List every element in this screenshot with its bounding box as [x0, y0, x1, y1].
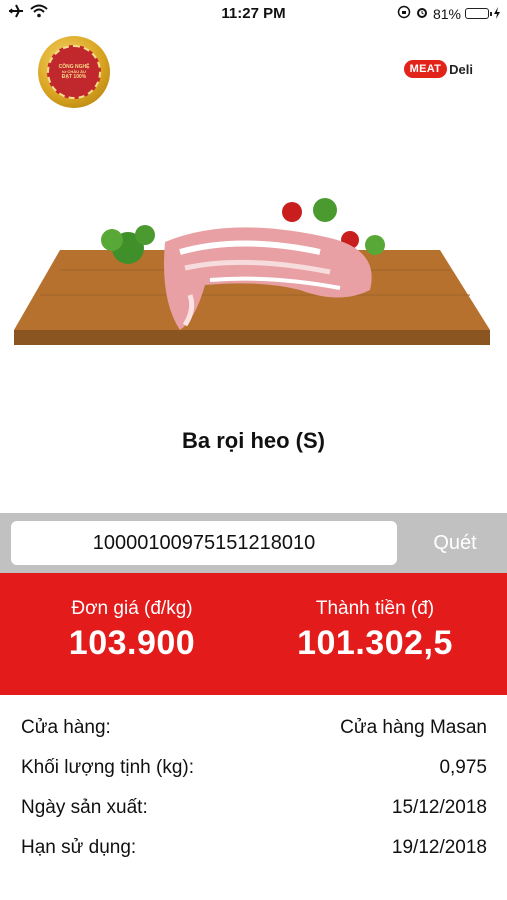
total-price-label: Thành tiền (đ) [315, 598, 435, 619]
detail-row-store: Cửa hàng: Cửa hàng Masan [0, 708, 507, 748]
detail-value: 0,975 [439, 757, 487, 778]
detail-row-production-date: Ngày sản xuất: 15/12/2018 [0, 788, 507, 828]
unit-price: Đơn giá (đ/kg) 103.900 [12, 598, 252, 663]
scan-button[interactable]: Quét [410, 521, 500, 565]
logo-meat: MEAT [403, 60, 448, 78]
total-price: Thành tiền (đ) 101.302,5 [255, 598, 495, 663]
detail-value: 15/12/2018 [391, 797, 487, 818]
product-details: Cửa hàng: Cửa hàng Masan Khối lượng tịnh… [0, 708, 507, 868]
detail-label: Hạn sử dụng: [21, 837, 137, 858]
meatdeli-logo: MEAT Deli [403, 60, 473, 78]
logo-deli: Deli [449, 61, 473, 77]
detail-row-expiry-date: Hạn sử dụng: 19/12/2018 [0, 828, 507, 868]
detail-label: Ngày sản xuất: [21, 797, 148, 818]
unit-price-label: Đơn giá (đ/kg) [71, 598, 193, 619]
detail-label: Khối lượng tịnh (kg): [21, 757, 195, 778]
detail-label: Cửa hàng: [21, 717, 111, 738]
badge-text-bottom: ĐẠT 100% [61, 74, 87, 81]
product-name: Ba rọi heo (S) [181, 428, 325, 453]
scan-bar: Quét [0, 513, 507, 573]
detail-row-net-weight: Khối lượng tịnh (kg): 0,975 [0, 748, 507, 788]
total-price-value: 101.302,5 [297, 624, 453, 662]
badge-inner: CÔNG NGHỆ từ CHÂU ÂU ĐẠT 100% [47, 45, 101, 99]
battery-icon [465, 8, 492, 19]
charging-icon [493, 6, 501, 22]
unit-price-value: 103.900 [68, 624, 196, 662]
barcode-input[interactable] [11, 521, 397, 565]
product-image [14, 198, 490, 345]
price-panel: Đơn giá (đ/kg) 103.900 Thành tiền (đ) 10… [0, 573, 507, 695]
status-right: 81% [397, 5, 501, 22]
detail-value: 19/12/2018 [391, 837, 487, 858]
detail-value: Cửa hàng Masan [340, 717, 487, 738]
quality-badge: CÔNG NGHỆ từ CHÂU ÂU ĐẠT 100% [38, 36, 110, 108]
battery-percent: 81% [432, 5, 461, 22]
rotation-lock-icon [397, 5, 411, 22]
status-bar: 11:27 PM 81% [0, 0, 507, 28]
alarm-icon [415, 5, 429, 22]
